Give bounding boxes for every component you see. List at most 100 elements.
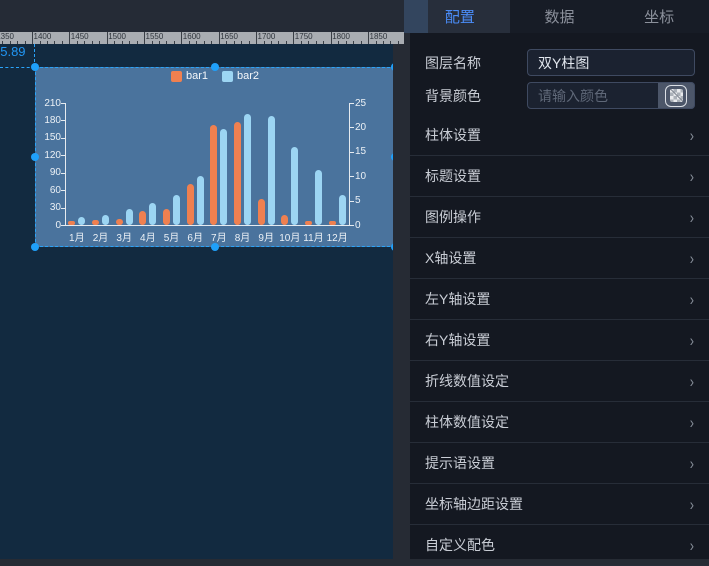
left-axis-tick (61, 208, 65, 209)
bar2-bar[interactable] (339, 195, 346, 225)
section-row-柱体设置[interactable]: 柱体设置› (410, 115, 709, 156)
section-row-标题设置[interactable]: 标题设置› (410, 156, 709, 197)
bar1-bar[interactable] (92, 220, 99, 225)
section-row-自定义配色[interactable]: 自定义配色› (410, 525, 709, 566)
panel-tabs: 配置数据坐标 (410, 0, 709, 33)
chevron-right-icon: › (690, 414, 694, 431)
bar1-bar[interactable] (116, 219, 123, 225)
section-title: 坐标轴边距设置 (425, 494, 523, 514)
bar1-bar[interactable] (139, 211, 146, 225)
selection-handle[interactable] (391, 243, 393, 251)
selection-handle[interactable] (31, 153, 39, 161)
canvas-toolbar (0, 0, 404, 32)
horizontal-ruler: 1350140014501500155016001650170017501800… (0, 32, 404, 44)
layer-name-input[interactable] (527, 49, 695, 76)
left-axis-tick (61, 120, 65, 121)
right-y-axis-line (349, 103, 350, 225)
left-axis-tick (61, 173, 65, 174)
bar2-bar[interactable] (78, 217, 85, 225)
selection-handle[interactable] (391, 63, 393, 71)
bar1-bar[interactable] (258, 199, 265, 225)
left-axis-label: 0 (35, 220, 61, 231)
section-row-坐标轴边距设置[interactable]: 坐标轴边距设置 › (410, 484, 709, 525)
ruler-tick-label: 1700 (258, 32, 276, 42)
selection-handle[interactable] (391, 153, 393, 161)
chart-plot: 030609012015018021005101520251月2月3月4月5月6… (35, 67, 393, 247)
ruler-tick-label: 1600 (183, 32, 201, 42)
bar1-bar[interactable] (305, 221, 312, 225)
chart-widget[interactable]: bar1bar2 030609012015018021005101520251月… (35, 67, 393, 247)
bar2-bar[interactable] (291, 147, 298, 225)
color-picker-button[interactable] (658, 82, 695, 109)
ruler-tick-label: 1400 (34, 32, 52, 42)
section-title: 提示语设置 (425, 453, 495, 473)
selection-handle[interactable] (31, 63, 39, 71)
bar1-bar[interactable] (68, 221, 75, 225)
ruler-tick-label: 1650 (220, 32, 238, 42)
x-axis-line (65, 225, 350, 226)
section-row-X轴设置[interactable]: X轴设置 › (410, 238, 709, 279)
ruler-tick-label: 1550 (146, 32, 164, 42)
bar1-bar[interactable] (187, 184, 194, 225)
section-row-折线数值设定[interactable]: 折线数值设定› (410, 361, 709, 402)
panel-fields: 图层名称 背景颜色 (410, 33, 709, 109)
left-axis-label: 150 (35, 132, 61, 143)
editor-area: 1350140014501500155016001650170017501800… (0, 0, 410, 559)
left-axis-label: 210 (35, 98, 61, 109)
bar2-bar[interactable] (126, 209, 133, 225)
section-title: X轴设置 (425, 248, 476, 268)
bar2-bar[interactable] (220, 129, 227, 225)
tab-坐标[interactable]: 坐标 (609, 0, 709, 33)
ruler-tick-label: 1500 (108, 32, 126, 42)
bar2-bar[interactable] (315, 170, 322, 225)
section-row-提示语设置[interactable]: 提示语设置 › (410, 443, 709, 484)
bar2-bar[interactable] (102, 215, 109, 225)
right-axis-tick (350, 176, 354, 177)
right-axis-label: 25 (355, 98, 366, 109)
ruler-tick-label: 1800 (332, 32, 350, 42)
section-row-柱体数值设定[interactable]: 柱体数值设定› (410, 402, 709, 443)
bar2-bar[interactable] (149, 203, 156, 225)
right-axis-tick (350, 127, 354, 128)
bar2-bar[interactable] (244, 114, 251, 225)
section-title: 左Y轴设置 (425, 289, 490, 309)
design-canvas[interactable]: 25.89 bar1bar2 0306090120150180210051015… (0, 44, 393, 559)
section-row-图例操作[interactable]: 图例操作› (410, 197, 709, 238)
selection-handle[interactable] (31, 243, 39, 251)
app: 1350140014501500155016001650170017501800… (0, 0, 709, 559)
selection-handle[interactable] (211, 63, 219, 71)
alignment-guide-horizontal (0, 67, 35, 68)
left-axis-tick (61, 138, 65, 139)
bar2-bar[interactable] (197, 176, 204, 225)
ruler-tick-label: 1750 (295, 32, 313, 42)
right-axis-tick (350, 225, 354, 226)
bar1-bar[interactable] (234, 122, 241, 225)
section-row-右Y轴设置[interactable]: 右Y轴设置 › (410, 320, 709, 361)
panel-corner-block (404, 0, 428, 33)
bar1-bar[interactable] (329, 221, 336, 225)
bar1-bar[interactable] (281, 215, 288, 225)
right-axis-label: 10 (355, 171, 366, 182)
chevron-right-icon: › (690, 373, 694, 390)
section-row-左Y轴设置[interactable]: 左Y轴设置› (410, 279, 709, 320)
chevron-right-icon: › (690, 209, 694, 226)
chevron-right-icon: › (690, 250, 694, 267)
field-background-color: 背景颜色 (425, 82, 695, 109)
right-axis-tick (350, 201, 354, 202)
tab-数据[interactable]: 数据 (510, 0, 610, 33)
transparent-swatch-icon (665, 85, 687, 107)
chevron-right-icon: › (690, 455, 694, 472)
bg-color-label: 背景颜色 (425, 86, 481, 106)
settings-section-list: 柱体设置›标题设置›图例操作›X轴设置›左Y轴设置›右Y轴设置›折线数值设定›柱… (410, 115, 709, 566)
section-title: 柱体设置 (425, 125, 481, 145)
bar2-bar[interactable] (173, 195, 180, 225)
bar1-bar[interactable] (210, 125, 217, 225)
bar1-bar[interactable] (163, 209, 170, 225)
chevron-right-icon: › (690, 332, 694, 349)
chevron-right-icon: › (690, 496, 694, 513)
left-axis-label: 180 (35, 115, 61, 126)
selection-handle[interactable] (211, 243, 219, 251)
right-axis-label: 15 (355, 146, 366, 157)
bar2-bar[interactable] (268, 116, 275, 225)
section-title: 右Y轴设置 (425, 330, 490, 350)
